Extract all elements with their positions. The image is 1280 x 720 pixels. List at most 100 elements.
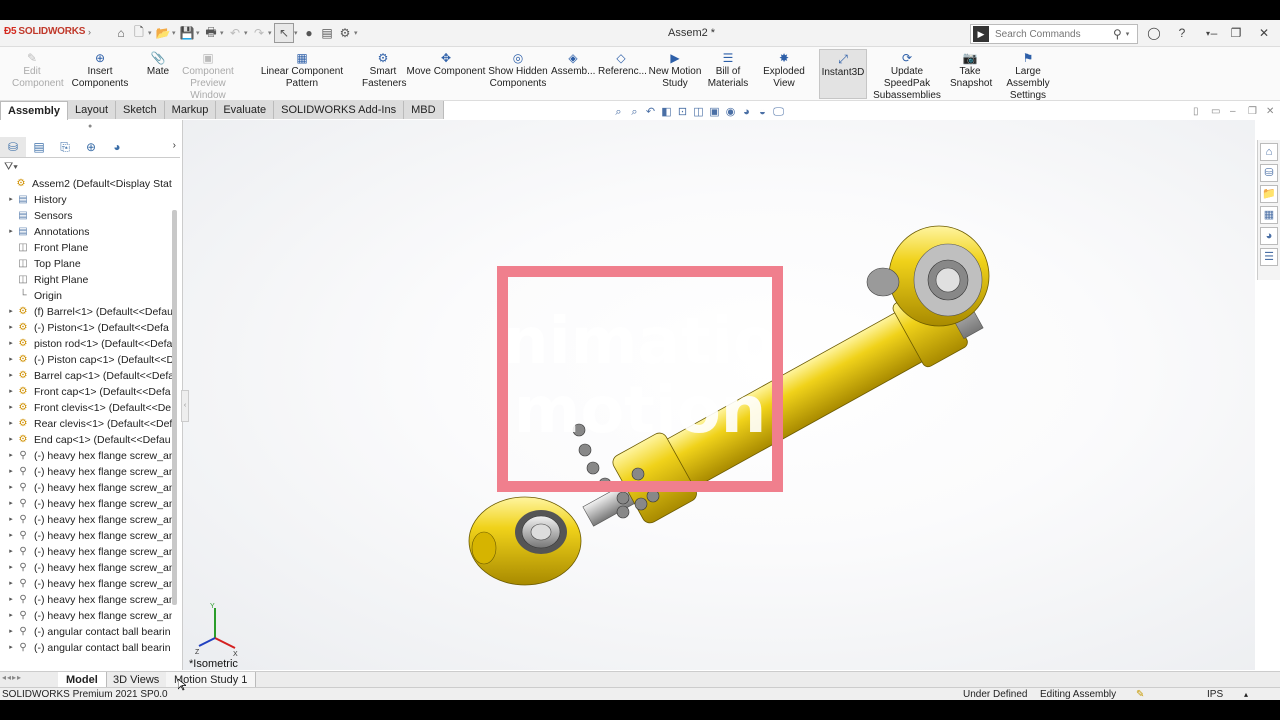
- expand-arrow-icon[interactable]: ▸: [6, 464, 16, 480]
- expand-arrow-icon[interactable]: ▸: [6, 576, 16, 592]
- dynamic-annotation-icon[interactable]: ⊡: [676, 105, 689, 119]
- exploded-view-button[interactable]: ✸ Exploded View: [752, 49, 816, 97]
- move-component-button[interactable]: ✥ Move Component: [406, 49, 486, 97]
- expand-arrow-icon[interactable]: ▸: [6, 512, 16, 528]
- help-icon[interactable]: ?: [1172, 24, 1192, 42]
- search-commands-box[interactable]: ▶ ⚲ ▾: [970, 24, 1138, 44]
- tree-item[interactable]: └ Origin: [0, 288, 172, 304]
- apply-scene-icon[interactable]: ◒: [756, 105, 769, 119]
- tree-item[interactable]: ▸ ⚲ (-) angular contact ball bearin: [0, 640, 172, 656]
- zoom-to-area-icon[interactable]: ⌕: [628, 105, 641, 119]
- print-icon[interactable]: 🖶: [202, 24, 220, 42]
- expand-arrow-icon[interactable]: ▸: [6, 352, 16, 368]
- file-properties-icon[interactable]: ▤: [318, 24, 336, 42]
- viewport-tile-icon[interactable]: ▯: [1193, 106, 1199, 117]
- tree-item[interactable]: ▸ ⚙ (f) Barrel<1> (Default<<Defau: [0, 304, 172, 320]
- expand-arrow-icon[interactable]: ▸: [6, 400, 16, 416]
- tree-item[interactable]: ▸ ▤ Annotations: [0, 224, 172, 240]
- expand-arrow-icon[interactable]: ▸: [6, 560, 16, 576]
- tree-item[interactable]: ▤ Sensors: [0, 208, 172, 224]
- tree-item[interactable]: ▸ ⚲ (-) heavy hex flange screw_am: [0, 528, 172, 544]
- reference-geometry-button[interactable]: ◇ Referenc...: [598, 49, 647, 97]
- tree-item[interactable]: ▸ ⚙ (-) Piston<1> (Default<<Defa: [0, 320, 172, 336]
- file-explorer-icon[interactable]: 📁: [1260, 185, 1278, 203]
- custom-properties-icon[interactable]: ☰: [1260, 248, 1278, 266]
- tab-assembly[interactable]: Assembly: [0, 101, 68, 120]
- tree-item[interactable]: ▸ ⚲ (-) heavy hex flange screw_am: [0, 560, 172, 576]
- snapshot-button[interactable]: 📷 Take Snapshot: [950, 49, 992, 97]
- edit-component-button[interactable]: ✎ Edit Component: [12, 49, 64, 97]
- units-dropdown-icon[interactable]: ▴: [1244, 688, 1248, 700]
- show-hidden-button[interactable]: ◎ Show Hidden Components: [488, 49, 548, 97]
- tree-item[interactable]: ▸ ⚲ (-) heavy hex flange screw_am: [0, 448, 172, 464]
- expand-arrow-icon[interactable]: ▸: [6, 320, 16, 336]
- tree-item[interactable]: ▸ ⚙ (-) Piston cap<1> (Default<<D: [0, 352, 172, 368]
- filter-icon[interactable]: ⛛▾: [4, 161, 18, 174]
- edit-appearance-icon[interactable]: ◕: [740, 105, 753, 119]
- options-gear-icon[interactable]: ⚙: [336, 24, 354, 42]
- instant3d-button[interactable]: ⤢ Instant3D: [819, 49, 867, 99]
- tab-model[interactable]: Model: [58, 672, 107, 688]
- feature-tree-tab-icon[interactable]: ⛁: [0, 137, 26, 157]
- tree-item[interactable]: ▸ ⚙ Barrel cap<1> (Default<<Defa: [0, 368, 172, 384]
- expand-arrow-icon[interactable]: ▸: [6, 640, 16, 656]
- previous-view-icon[interactable]: ↶: [644, 105, 657, 119]
- linear-pattern-button[interactable]: ▦ Linear Component Pattern: [245, 49, 359, 97]
- section-view-icon[interactable]: ◧: [660, 105, 673, 119]
- search-input[interactable]: [993, 27, 1107, 41]
- tree-item[interactable]: ▸ ⚙ End cap<1> (Default<<Defau: [0, 432, 172, 448]
- options-dropdown-icon[interactable]: ▾: [354, 29, 360, 37]
- expand-arrow-icon[interactable]: ▸: [6, 448, 16, 464]
- smart-fasteners-button[interactable]: ⚙ Smart Fasteners: [362, 49, 406, 97]
- tree-item[interactable]: ▸ ⚲ (-) heavy hex flange screw_am: [0, 480, 172, 496]
- property-manager-tab-icon[interactable]: ▤: [26, 137, 52, 157]
- redo-icon[interactable]: ↷: [250, 24, 268, 42]
- graphics-area[interactable]: nimatio motion: [183, 120, 1255, 670]
- tree-item[interactable]: ▸ ⚙ Rear clevis<1> (Default<<Def: [0, 416, 172, 432]
- search-dropdown-icon[interactable]: ▾: [1126, 30, 1130, 38]
- panel-splitter-handle[interactable]: ‹: [181, 390, 189, 422]
- zoom-to-fit-icon[interactable]: ⌕: [612, 105, 625, 119]
- menu-expand-icon[interactable]: ›: [88, 27, 91, 37]
- open-folder-icon[interactable]: 📂: [154, 24, 172, 42]
- configuration-manager-tab-icon[interactable]: ⎘: [52, 137, 78, 157]
- minimize-icon[interactable]: –: [1204, 24, 1224, 42]
- view-palette-icon[interactable]: ▦: [1260, 206, 1278, 224]
- preview-window-button[interactable]: ▣ Component Preview Window: [172, 49, 244, 101]
- tree-item[interactable]: ▸ ⚲ (-) heavy hex flange screw_am: [0, 576, 172, 592]
- tree-item[interactable]: ▸ ⚙ Front cap<1> (Default<<Defa: [0, 384, 172, 400]
- expand-arrow-icon[interactable]: ▸: [6, 592, 16, 608]
- expand-arrow-icon[interactable]: ▸: [6, 304, 16, 320]
- tree-item[interactable]: ▸ ⚲ (-) heavy hex flange screw_am: [0, 464, 172, 480]
- expand-arrow-icon[interactable]: ▸: [6, 416, 16, 432]
- mate-button[interactable]: 📎 Mate: [143, 49, 173, 97]
- tab-3d-views[interactable]: 3D Views: [105, 672, 169, 688]
- tab-markup[interactable]: Markup: [164, 101, 217, 119]
- view-settings-icon[interactable]: 🖵: [772, 105, 785, 119]
- expand-arrow-icon[interactable]: ▸: [6, 496, 16, 512]
- tree-item[interactable]: ◫ Front Plane: [0, 240, 172, 256]
- expand-arrow-icon[interactable]: ▸: [6, 480, 16, 496]
- tab-sketch[interactable]: Sketch: [116, 101, 165, 119]
- tree-vertical-scrollbar[interactable]: [172, 210, 177, 605]
- display-style-icon[interactable]: ▣: [708, 105, 721, 119]
- tab-solidworks-add-ins[interactable]: SOLIDWORKS Add-Ins: [274, 101, 405, 119]
- magnifier-icon[interactable]: ⚲: [1113, 27, 1122, 41]
- restore-icon[interactable]: ❐: [1226, 24, 1246, 42]
- tree-item[interactable]: ▸ ⚲ (-) heavy hex flange screw_am: [0, 608, 172, 624]
- insert-components-button[interactable]: ⊕ Insert Components: [58, 49, 142, 97]
- user-account-icon[interactable]: ◯: [1144, 24, 1164, 42]
- home-icon[interactable]: ⌂: [112, 24, 130, 42]
- bom-button[interactable]: ☰ Bill of Materials: [706, 49, 750, 97]
- expand-arrow-icon[interactable]: ▸: [6, 192, 16, 208]
- design-library-icon[interactable]: ⛁: [1260, 164, 1278, 182]
- appearances-icon[interactable]: ◕: [1260, 227, 1278, 245]
- speedpak-button[interactable]: ⟳ Update SpeedPak Subassemblies: [868, 49, 946, 101]
- view-orientation-icon[interactable]: ◫: [692, 105, 705, 119]
- tree-item[interactable]: ▸ ⚙ Front clevis<1> (Default<<De: [0, 400, 172, 416]
- undo-icon[interactable]: ↶: [226, 24, 244, 42]
- tree-item[interactable]: ▸ ⚲ (-) heavy hex flange screw_am: [0, 512, 172, 528]
- tree-item[interactable]: ▸ ⚲ (-) angular contact ball bearin: [0, 624, 172, 640]
- tab-nav-arrows-icon[interactable]: ◂◂▸▸: [2, 673, 22, 682]
- hide-show-items-icon[interactable]: ◉: [724, 105, 737, 119]
